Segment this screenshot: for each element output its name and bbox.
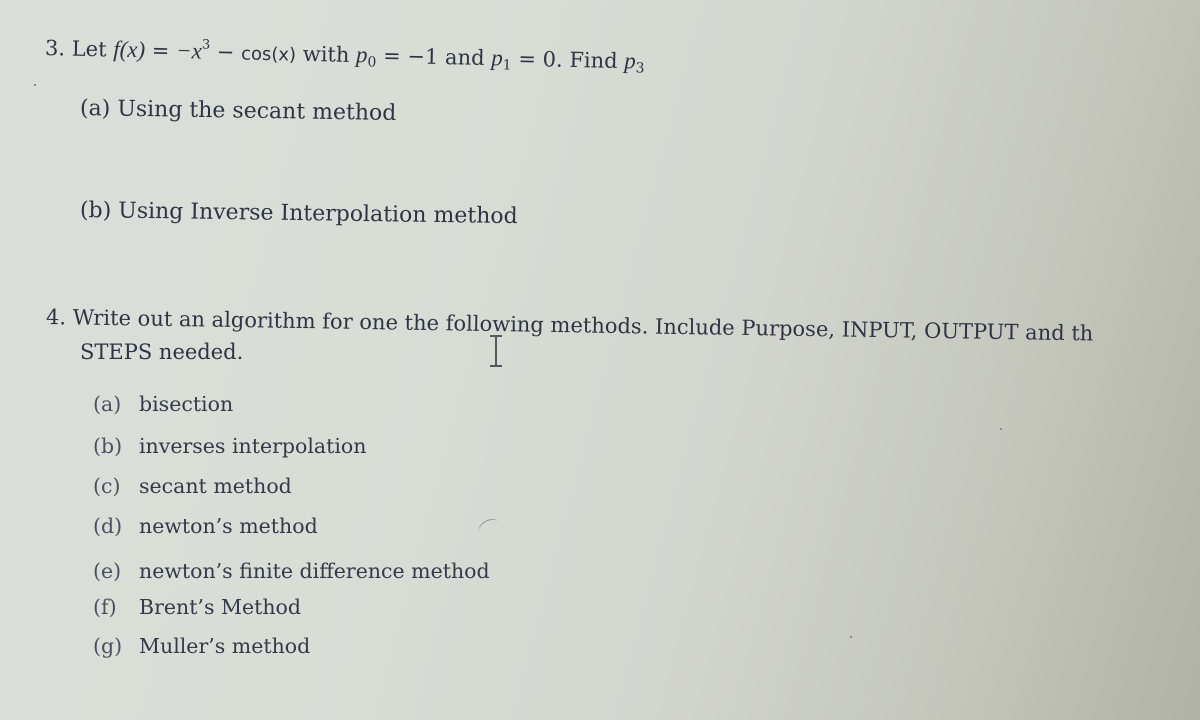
option-text: Brent’s Method	[139, 595, 302, 619]
question-lead: Let	[71, 36, 107, 62]
minus-sign: −	[216, 39, 235, 65]
cursor-cap	[490, 335, 502, 337]
part-label: (b)	[79, 198, 112, 224]
question-3-part-b: (b) Using Inverse Interpolation method	[80, 198, 518, 229]
cos-term: cos(x)	[240, 43, 297, 66]
p0-symbol: p	[355, 42, 368, 68]
question-4-line-2: STEPS needed.	[80, 340, 244, 364]
text-cursor-icon	[489, 334, 503, 368]
p0-value: = −1	[382, 43, 439, 69]
question-3-part-a: (a) Using the secant method	[80, 96, 397, 126]
option-text: secant method	[139, 474, 292, 498]
option-item: (g) Muller’s method	[93, 634, 310, 658]
option-label: (e)	[93, 559, 122, 583]
find-text: Find	[569, 47, 618, 73]
option-text: inverses interpolation	[139, 434, 367, 458]
part-label: (a)	[79, 96, 111, 122]
option-label: (d)	[93, 514, 123, 538]
p1-value: = 0.	[518, 46, 563, 72]
option-label: (f)	[93, 595, 117, 619]
option-label: (c)	[93, 474, 121, 498]
option-item: (a) bisection	[93, 392, 233, 416]
option-label: (g)	[93, 634, 123, 658]
and-text: and	[444, 45, 485, 70]
p3-subscript: 3	[635, 60, 645, 77]
screen-speck	[850, 636, 852, 638]
neg-x-term: −x	[175, 37, 203, 64]
option-label: (b)	[93, 434, 123, 458]
function-lhs: f(x)	[112, 36, 146, 63]
option-text: newton’s finite difference method	[139, 559, 490, 583]
option-item: (f) Brent’s Method	[93, 595, 301, 619]
part-text: Using the secant method	[117, 96, 397, 126]
p0-subscript: 0	[367, 54, 377, 71]
stray-pen-mark	[475, 515, 503, 540]
option-item: (c) secant method	[93, 474, 292, 498]
option-item: (e) newton’s finite difference method	[93, 559, 490, 583]
screen-speck	[1000, 428, 1002, 430]
exponent: 3	[201, 37, 211, 53]
question-number: 4.	[45, 305, 67, 330]
question-3-statement: 3. Let f(x) = −x3 − cos(x) with p0 = −1 …	[45, 34, 645, 77]
p1-subscript: 1	[502, 57, 512, 74]
document-page: 3. Let f(x) = −x3 − cos(x) with p0 = −1 …	[0, 0, 1200, 720]
option-label: (a)	[93, 392, 122, 416]
p1-symbol: p	[490, 45, 504, 71]
option-item: (b) inverses interpolation	[93, 434, 366, 458]
equals-sign: =	[151, 38, 170, 63]
screen-speck	[34, 84, 36, 86]
part-text: Using Inverse Interpolation method	[118, 198, 518, 230]
question-number: 3.	[44, 36, 66, 61]
option-text: Muller’s method	[139, 634, 311, 658]
p3-symbol: p	[624, 48, 637, 74]
option-text: newton’s method	[139, 514, 318, 538]
with-text: with	[302, 41, 350, 67]
option-item: (d) newton’s method	[93, 514, 318, 538]
option-text: bisection	[139, 392, 234, 416]
